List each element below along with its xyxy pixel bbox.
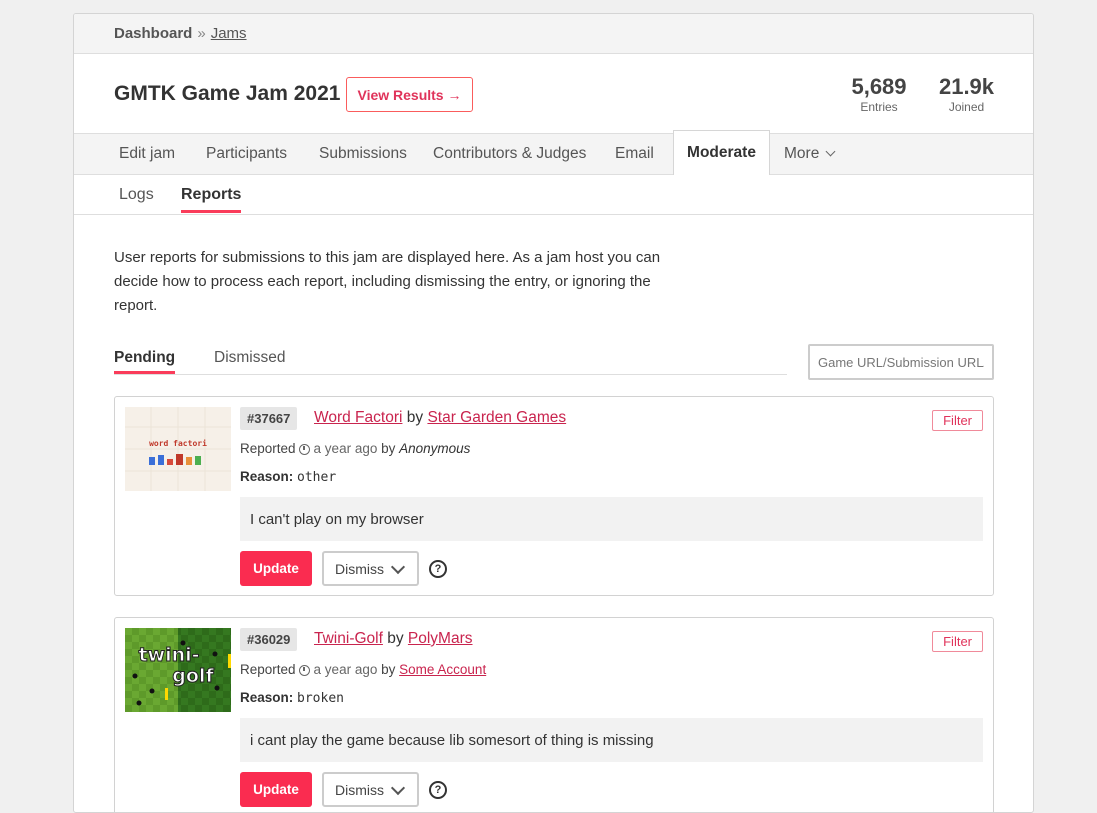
tab-contributors-judges[interactable]: Contributors & Judges	[423, 134, 596, 174]
reason-value: other	[297, 470, 337, 485]
breadcrumb: Dashboard » Jams	[74, 14, 1033, 54]
report-card: twini- golf #36029 Twini-Golf by PolyMar…	[114, 617, 994, 812]
update-button[interactable]: Update	[240, 772, 312, 807]
report-time: a year ago	[313, 441, 378, 456]
reporter-name: Anonymous	[399, 441, 471, 456]
stat-value: 21.9k	[938, 74, 995, 99]
by-text: by	[387, 630, 404, 647]
help-icon[interactable]: ?	[429, 781, 447, 799]
chevron-down-icon	[390, 559, 406, 575]
tab-email[interactable]: Email	[605, 134, 664, 174]
report-card: word factori #37667 Word Factori by Star…	[114, 396, 994, 596]
breadcrumb-dashboard[interactable]: Dashboard	[114, 25, 192, 42]
jam-admin-panel: Dashboard » Jams GMTK Game Jam 2021 View…	[73, 13, 1034, 813]
dismiss-select[interactable]: Dismiss	[322, 551, 419, 586]
chevron-down-icon	[390, 780, 406, 796]
page-title: GMTK Game Jam 2021	[114, 82, 341, 105]
intro-text: User reports for submissions to this jam…	[114, 249, 661, 314]
game-link[interactable]: Twini-Golf	[314, 630, 383, 647]
author-link[interactable]: Star Garden Games	[427, 409, 566, 426]
thumb-logo-text-2: golf	[172, 665, 214, 687]
subtab-logs[interactable]: Logs	[119, 186, 154, 204]
report-message: I can't play on my browser	[240, 497, 983, 541]
reported-label: Reported	[240, 441, 296, 456]
report-title: Word Factori by Star Garden Games	[314, 409, 566, 427]
chevron-down-icon	[825, 146, 836, 156]
tab-moderate[interactable]: Moderate	[673, 130, 770, 175]
tab-edit-jam[interactable]: Edit jam	[109, 134, 185, 174]
tab-dismissed[interactable]: Dismissed	[214, 349, 285, 367]
filter-button[interactable]: Filter	[932, 410, 983, 431]
reported-info: Reported a year ago by Some Account	[240, 662, 486, 677]
stat-joined: 21.9k Joined	[929, 74, 1004, 114]
report-message: i cant play the game because lib somesor…	[240, 718, 983, 762]
stat-label: Joined	[948, 100, 985, 114]
filter-button[interactable]: Filter	[932, 631, 983, 652]
dismiss-select[interactable]: Dismiss	[322, 772, 419, 807]
clock-icon	[298, 665, 310, 676]
dismiss-label: Dismiss	[335, 781, 384, 798]
reason-label: Reason:	[240, 690, 294, 705]
thumb-logo-text: word factori	[149, 438, 207, 448]
reporter-link[interactable]: Some Account	[399, 662, 486, 677]
report-id-badge: #37667	[240, 407, 298, 430]
report-time: a year ago	[313, 662, 378, 677]
tab-submissions[interactable]: Submissions	[309, 134, 417, 174]
report-reason: Reason: broken	[240, 690, 344, 706]
stat-value: 5,689	[851, 74, 907, 99]
clock-icon	[298, 444, 310, 455]
tab-participants[interactable]: Participants	[196, 134, 297, 174]
thumb-logo-text-1: twini-	[138, 644, 199, 666]
reason-label: Reason:	[240, 469, 294, 484]
update-button[interactable]: Update	[240, 551, 312, 586]
search-input[interactable]	[808, 344, 994, 380]
breadcrumb-jams-link[interactable]: Jams	[211, 25, 247, 42]
subtab-reports[interactable]: Reports	[181, 186, 242, 213]
breadcrumb-separator: »	[197, 25, 206, 42]
reported-label: Reported	[240, 662, 296, 677]
reported-info: Reported a year ago by Anonymous	[240, 441, 470, 456]
report-id-badge: #36029	[240, 628, 298, 651]
jam-header: GMTK Game Jam 2021 View Results → 5,689 …	[74, 54, 1033, 134]
tab-more-label: More	[784, 145, 820, 162]
reporter-by-text: by	[381, 441, 396, 456]
stat-entries: 5,689 Entries	[844, 74, 914, 114]
reporter-by-text: by	[381, 662, 396, 677]
report-filter-tabs: Pending Dismissed	[114, 349, 787, 375]
report-reason: Reason: other	[240, 469, 336, 485]
dismiss-label: Dismiss	[335, 560, 384, 577]
by-text: by	[406, 409, 424, 426]
tab-pending[interactable]: Pending	[114, 349, 176, 374]
main-tabs: Edit jam Participants Submissions Contri…	[74, 130, 1033, 175]
game-thumbnail[interactable]: twini- golf	[125, 628, 231, 712]
author-link[interactable]: PolyMars	[408, 630, 473, 647]
reason-value: broken	[297, 691, 344, 706]
game-link[interactable]: Word Factori	[314, 409, 402, 426]
help-icon[interactable]: ?	[429, 560, 447, 578]
view-results-button[interactable]: View Results →	[346, 77, 473, 112]
report-title: Twini-Golf by PolyMars	[314, 630, 473, 648]
moderate-subtabs: Logs Reports	[74, 175, 1033, 215]
game-thumbnail[interactable]: word factori	[125, 407, 231, 491]
tab-more[interactable]: More	[774, 134, 844, 174]
stat-label: Entries	[860, 100, 898, 114]
